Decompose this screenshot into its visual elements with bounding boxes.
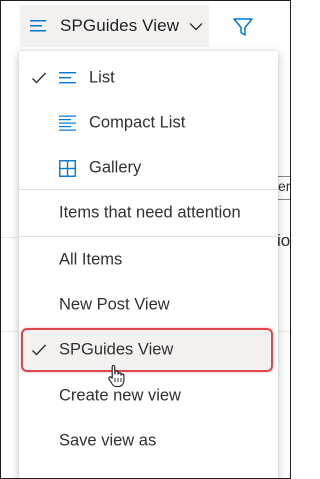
filter-button[interactable] xyxy=(229,13,257,41)
menu-item-label: Gallery xyxy=(89,158,142,177)
menu-item-save-view-as[interactable]: Save view as xyxy=(19,421,278,461)
menu-item-label: Compact List xyxy=(89,113,186,132)
list-icon xyxy=(59,70,77,86)
background-text-fragment: er xyxy=(278,178,291,194)
gallery-grid-icon xyxy=(59,159,77,177)
current-view-title: SPGuides View xyxy=(60,16,180,35)
filter-funnel-icon xyxy=(232,16,254,38)
view-switcher-button[interactable]: SPGuides View xyxy=(20,5,209,47)
menu-item-label: Save view as xyxy=(59,431,157,450)
compact-list-icon xyxy=(59,115,77,131)
check-icon xyxy=(31,71,47,85)
menu-item-label: All Items xyxy=(59,250,123,269)
menu-item-all-items[interactable]: All Items xyxy=(19,240,278,280)
menu-item-create-new-view[interactable]: Create new view xyxy=(19,376,278,416)
hand-pointer-cursor-icon xyxy=(107,364,127,388)
menu-separator xyxy=(19,236,278,237)
menu-item-new-post-view[interactable]: New Post View xyxy=(19,285,278,325)
menu-item-gallery[interactable]: Gallery xyxy=(19,148,278,188)
menu-item-label: Items that need attention xyxy=(59,203,241,222)
menu-item-spguides-view[interactable]: SPGuides View xyxy=(19,330,278,370)
menu-item-label: SPGuides View xyxy=(59,340,174,359)
menu-item-list[interactable]: List xyxy=(19,58,278,98)
menu-item-items-need-attention[interactable]: Items that need attention xyxy=(19,193,278,233)
check-icon xyxy=(31,343,47,357)
view-menu: List Compact List Gallery Items that nee… xyxy=(19,51,278,478)
chevron-down-icon xyxy=(189,22,203,31)
list-lines-icon xyxy=(30,19,48,33)
menu-item-label: List xyxy=(89,68,115,87)
menu-item-label: New Post View xyxy=(59,295,170,314)
menu-item-compact-list[interactable]: Compact List xyxy=(19,103,278,143)
menu-separator xyxy=(19,189,278,190)
background-text-fragment: io xyxy=(277,231,291,250)
screenshot-frame: er io SPGuides View List Compact List Ga… xyxy=(0,0,291,479)
menu-item-label: Create new view xyxy=(59,386,181,405)
